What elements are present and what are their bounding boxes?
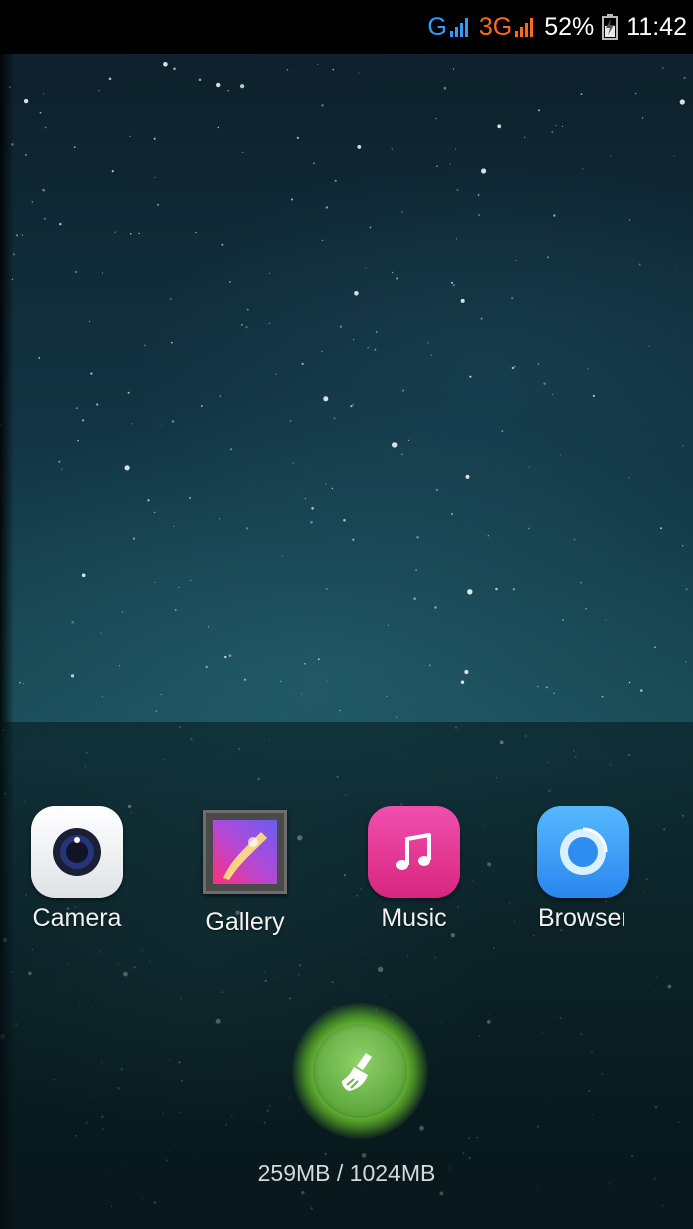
memory-usage-text: 259MB / 1024MB [257,1160,436,1186]
recent-apps-panel [0,722,693,1229]
battery-charging-icon [602,14,619,40]
home-screen: G 3G 52% 11:42 Camera Gallery Music Brow… [0,0,693,1229]
app-camera[interactable]: Camera [12,806,142,933]
gallery-icon [203,810,287,894]
app-label: Camera [32,904,122,932]
status-bar: G 3G 52% 11:42 [0,0,693,54]
network-type-g: G [427,12,447,41]
app-gallery[interactable]: Gallery [180,806,310,937]
music-note-icon [368,806,460,898]
app-browser[interactable]: Browser [518,806,648,933]
signal-icon [449,16,471,38]
app-label: Browser [538,904,624,932]
broom-icon [342,1053,372,1091]
signal-icon [514,16,536,38]
battery-percent: 52% [544,12,595,41]
app-music[interactable]: Music [349,806,479,933]
clean-memory-button[interactable] [313,1024,407,1118]
app-label: Music [381,904,447,932]
camera-icon [31,806,123,898]
network-type-3g: 3G [478,12,513,41]
app-label: Gallery [205,908,285,936]
browser-icon [537,806,629,898]
clock: 11:42 [626,12,687,41]
